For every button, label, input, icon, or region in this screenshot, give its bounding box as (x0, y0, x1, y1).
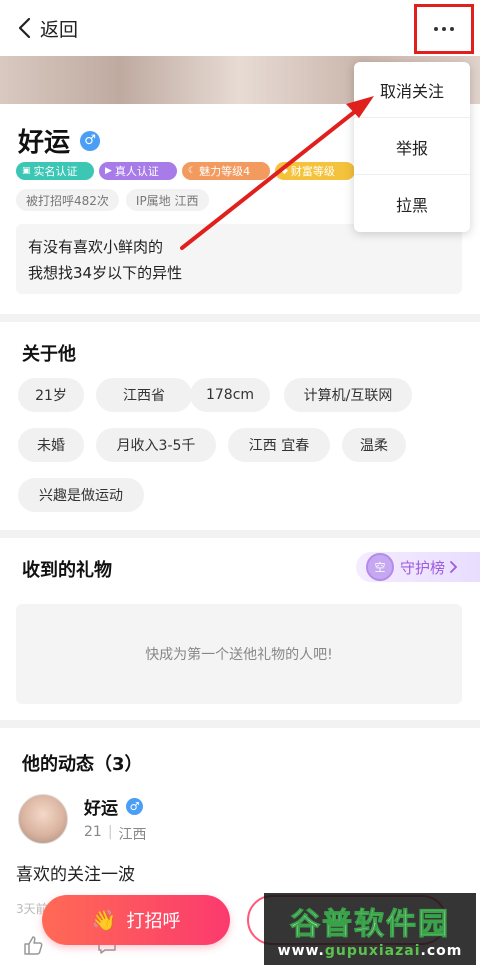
gift-empty-state: 快成为第一个送他礼物的人吧! (16, 604, 462, 704)
more-options-button[interactable] (414, 4, 474, 54)
greet-button[interactable]: 👋 打招呼 (42, 895, 230, 945)
badge-label: 真人认证 (114, 165, 159, 178)
bio-line: 我想找34岁以下的异性 (28, 264, 183, 282)
menu-item-unfollow[interactable]: 取消关注 (354, 62, 470, 118)
profile-name: 好运 (18, 128, 71, 158)
chevron-left-icon (18, 17, 31, 39)
feed-author-name: 好运 (84, 799, 118, 819)
tag-income: 月收入3-5千 (96, 428, 216, 462)
feed-author-location: 江西 (118, 827, 147, 843)
greet-label: 打招呼 (126, 911, 181, 932)
tag-interest: 兴趣是做运动 (18, 478, 144, 512)
ip-location-chip: IP属地 江西 (125, 189, 209, 211)
chevron-right-icon (450, 561, 458, 573)
badge-row: ▣ 实名认证 ▶ 真人认证 ☾ 魅力等级4 ◆ 财富等级 (16, 162, 355, 180)
id-card-icon: ▣ (22, 166, 31, 176)
bio-box: 有没有喜欢小鲜肉的 我想找34岁以下的异性 (16, 224, 462, 294)
wealth-level-badge: ◆ 财富等级 (275, 162, 355, 180)
guard-label: 守护榜 (400, 558, 446, 577)
real-name-badge: ▣ 实名认证 (16, 162, 94, 180)
tag-city: 江西 宜春 (228, 428, 330, 462)
feed-title: 他的动态（3） (22, 754, 143, 775)
gifts-title: 收到的礼物 (22, 560, 112, 581)
thumbs-up-icon[interactable] (22, 934, 44, 956)
meta-divider: | (107, 824, 113, 840)
bio-line: 有没有喜欢小鲜肉的 (28, 238, 164, 256)
real-person-badge: ▶ 真人认证 (99, 162, 177, 180)
greet-count-chip: 被打招呼482次 (16, 189, 119, 211)
watermark-url: www.gupuxiazai.com (278, 943, 463, 959)
video-icon: ▶ (105, 166, 112, 176)
feed-author-age: 21 (84, 824, 102, 840)
badge-label: 魅力等级4 (199, 165, 251, 178)
tag-industry: 计算机/互联网 (284, 378, 412, 412)
more-dots-icon (434, 27, 454, 31)
back-button[interactable]: 返回 (16, 12, 78, 44)
tag-height: 178cm (190, 378, 270, 412)
guard-ranking-button[interactable]: 空 守护榜 (356, 552, 480, 582)
top-bar: 返回 (0, 0, 480, 56)
about-title: 关于他 (22, 344, 76, 365)
menu-item-block[interactable]: 拉黑 (354, 176, 470, 232)
badge-label: 财富等级 (290, 165, 335, 178)
watermark-url-prefix: www. (277, 943, 325, 959)
tag-marital: 未婚 (18, 428, 84, 462)
feed-post-text: 喜欢的关注一波 (16, 865, 135, 885)
moon-icon: ☾ (188, 166, 197, 176)
charm-level-badge: ☾ 魅力等级4 (182, 162, 270, 180)
watermark-url-main: gupuxiazai (324, 943, 421, 959)
badge-label: 实名认证 (33, 165, 78, 178)
tag-personality: 温柔 (342, 428, 406, 462)
waving-hand-icon: 👋 (91, 908, 117, 932)
diamond-icon: ◆ (281, 166, 288, 176)
more-options-menu: 取消关注 举报 拉黑 (354, 62, 470, 232)
site-watermark: 谷普软件园 www.gupuxiazai.com (264, 893, 476, 965)
watermark-brand: 谷普软件园 (290, 907, 450, 943)
about-section: 关于他 21岁 江西省 178cm 计算机/互联网 未婚 月收入3-5千 江西 … (0, 322, 480, 530)
gifts-section: 收到的礼物 空 守护榜 快成为第一个送他礼物的人吧! (0, 538, 480, 720)
tag-province: 江西省 (96, 378, 192, 412)
tag-age: 21岁 (18, 378, 84, 412)
avatar[interactable] (18, 794, 68, 844)
back-label: 返回 (40, 18, 79, 41)
guard-avatar: 空 (366, 553, 394, 581)
menu-item-report[interactable]: 举报 (354, 119, 470, 175)
profile-page: 返回 好运 ♂ ▣ 实名认证 ▶ 真人认证 ☾ 魅力等级4 ◆ 财富等级 被打招呼482… (0, 0, 480, 969)
watermark-url-suffix: .com (420, 943, 463, 959)
male-gender-icon: ♂ (126, 798, 143, 815)
male-gender-icon: ♂ (80, 130, 101, 151)
